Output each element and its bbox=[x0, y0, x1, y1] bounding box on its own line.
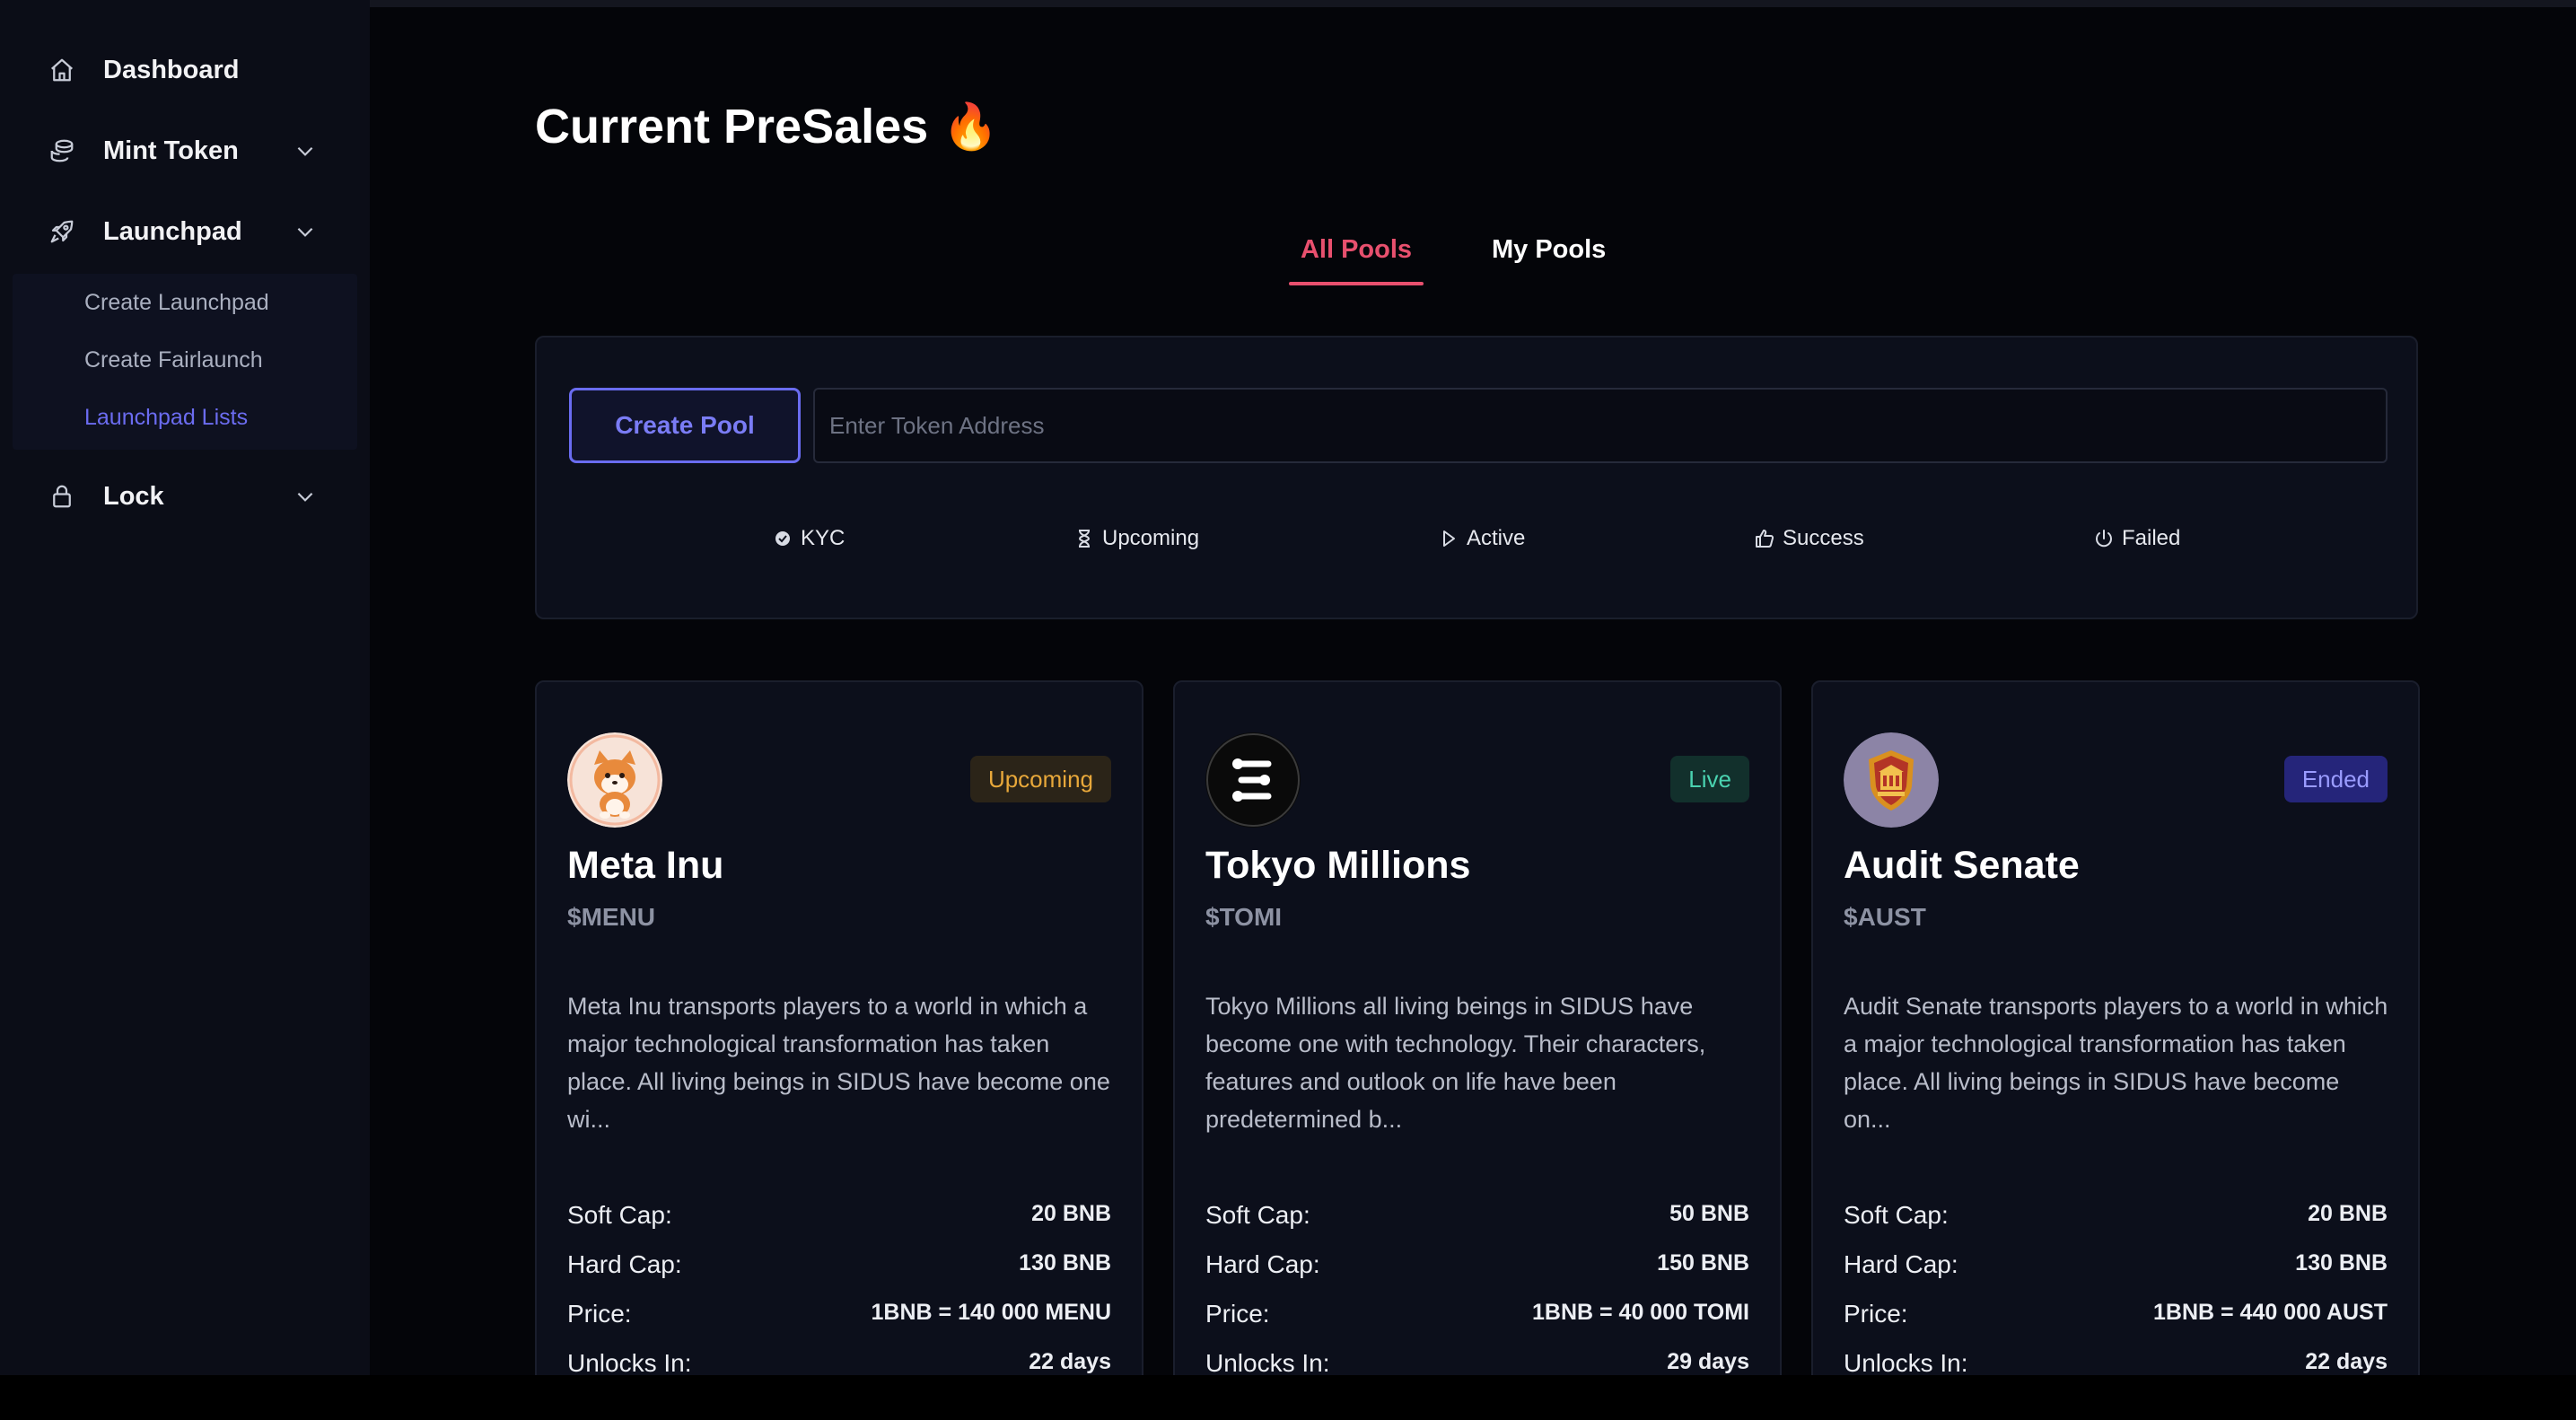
price-value: 1BNB = 140 000 MENU bbox=[871, 1300, 1111, 1325]
filter-upcoming[interactable]: Upcoming bbox=[1073, 526, 1199, 551]
filter-label: Success bbox=[1783, 526, 1864, 550]
soft-cap-label: Soft Cap: bbox=[567, 1201, 672, 1229]
senate-shield-logo-icon bbox=[1844, 732, 1939, 828]
coins-icon bbox=[47, 136, 77, 166]
hard-cap-value: 150 BNB bbox=[1657, 1250, 1749, 1275]
price-label: Price: bbox=[567, 1300, 632, 1328]
sidebar-item-label: Mint Token bbox=[103, 136, 239, 165]
pool-description: Audit Senate transports players to a wor… bbox=[1844, 993, 2388, 1133]
filter-label: Upcoming bbox=[1102, 526, 1200, 550]
page-title: Current PreSales 🔥 bbox=[535, 99, 998, 154]
sidebar-subitem-launchpad-lists[interactable]: Launchpad Lists bbox=[84, 405, 248, 431]
pool-symbol: $AUST bbox=[1844, 903, 1926, 931]
soft-cap-label: Soft Cap: bbox=[1844, 1201, 1949, 1229]
fire-icon: 🔥 bbox=[942, 101, 999, 152]
chevron-down-icon bbox=[293, 138, 318, 163]
unlocks-in-label: Unlocks In: bbox=[1205, 1349, 1330, 1375]
rocket-icon bbox=[47, 216, 77, 247]
price-value: 1BNB = 40 000 TOMI bbox=[1531, 1300, 1749, 1325]
hard-cap-label: Hard Cap: bbox=[567, 1250, 682, 1278]
pool-card[interactable]: Ended Audit Senate $AUST Audit Senate tr… bbox=[1811, 680, 2420, 1375]
sidebar-item-mint-token[interactable]: Mint Token bbox=[0, 119, 370, 182]
unlocks-in-label: Unlocks In: bbox=[567, 1349, 692, 1375]
pool-name: Audit Senate bbox=[1844, 844, 2080, 887]
hourglass-icon bbox=[1078, 530, 1091, 548]
play-icon bbox=[1443, 530, 1455, 547]
sidebar-item-label: Lock bbox=[103, 481, 164, 511]
price-label: Price: bbox=[1205, 1300, 1270, 1328]
unlocks-in-value: 22 days bbox=[2305, 1349, 2388, 1374]
hard-cap-value: 130 BNB bbox=[2295, 1250, 2388, 1275]
bottom-black-bar bbox=[0, 1375, 2576, 1420]
top-border bbox=[0, 0, 2576, 7]
sidebar-item-launchpad[interactable]: Launchpad bbox=[0, 200, 370, 263]
active-tab-indicator bbox=[1289, 282, 1424, 285]
status-badge: Ended bbox=[2283, 756, 2388, 802]
filter-label: Failed bbox=[2122, 526, 2181, 550]
shiba-logo-icon bbox=[567, 732, 662, 828]
hard-cap-label: Hard Cap: bbox=[1844, 1250, 1958, 1278]
tomi-logo-icon bbox=[1205, 732, 1301, 828]
page-title-text: Current PreSales bbox=[535, 100, 929, 153]
status-badge: Upcoming bbox=[969, 756, 1111, 802]
soft-cap-value: 50 BNB bbox=[1669, 1201, 1749, 1226]
thumbs-up-icon bbox=[1756, 530, 1774, 548]
sidebar-subitem-create-fairlaunch[interactable]: Create Fairlaunch bbox=[84, 347, 263, 373]
lock-icon bbox=[47, 481, 77, 512]
filter-label: KYC bbox=[801, 526, 846, 550]
app-viewport: Dashboard Mint Token Launchpad Create La… bbox=[0, 0, 2576, 1375]
sidebar-item-label: Launchpad bbox=[103, 216, 242, 246]
unlocks-in-value: 29 days bbox=[1667, 1349, 1749, 1374]
power-icon bbox=[2096, 530, 2112, 548]
sidebar-item-lock[interactable]: Lock bbox=[0, 465, 370, 528]
chevron-down-icon bbox=[293, 484, 318, 509]
pool-card[interactable]: Upcoming Meta Inu $MENU Meta Inu transpo… bbox=[535, 680, 1143, 1375]
filter-active[interactable]: Active bbox=[1438, 526, 1525, 551]
pool-symbol: $MENU bbox=[567, 903, 656, 931]
create-pool-button[interactable]: Create Pool bbox=[569, 388, 801, 463]
tab-all-pools[interactable]: All Pools bbox=[1289, 235, 1424, 265]
hard-cap-value: 130 BNB bbox=[1019, 1250, 1111, 1275]
status-badge: Live bbox=[1670, 756, 1749, 802]
soft-cap-label: Soft Cap: bbox=[1205, 1201, 1310, 1229]
unlocks-in-value: 22 days bbox=[1029, 1349, 1111, 1374]
unlocks-in-label: Unlocks In: bbox=[1844, 1349, 1968, 1375]
pool-name: Meta Inu bbox=[567, 844, 724, 887]
home-icon bbox=[47, 55, 77, 85]
launchpad-submenu: Create Launchpad Create Fairlaunch Launc… bbox=[13, 274, 357, 450]
tab-my-pools[interactable]: My Pools bbox=[1492, 235, 1606, 265]
filter-failed[interactable]: Failed bbox=[2093, 526, 2180, 551]
sidebar-item-dashboard[interactable]: Dashboard bbox=[0, 39, 370, 101]
pool-description: Tokyo Millions all living beings in SIDU… bbox=[1205, 993, 1706, 1133]
pool-symbol: $TOMI bbox=[1205, 903, 1283, 931]
filter-kyc[interactable]: KYC bbox=[772, 526, 845, 551]
soft-cap-value: 20 BNB bbox=[2308, 1201, 2388, 1226]
pool-card[interactable]: Live Tokyo Millions $TOMI Tokyo Millions… bbox=[1173, 680, 1782, 1375]
pool-name: Tokyo Millions bbox=[1205, 844, 1471, 887]
sidebar-subitem-create-launchpad[interactable]: Create Launchpad bbox=[84, 290, 269, 316]
token-address-input[interactable] bbox=[813, 388, 2388, 463]
sidebar-item-label: Dashboard bbox=[103, 55, 240, 84]
soft-cap-value: 20 BNB bbox=[1031, 1201, 1111, 1226]
pool-filter-panel: Create Pool KYC Upcoming Active Success … bbox=[535, 336, 2418, 619]
hard-cap-label: Hard Cap: bbox=[1205, 1250, 1320, 1278]
kyc-icon bbox=[775, 531, 790, 546]
price-value: 1BNB = 440 000 AUST bbox=[2153, 1300, 2388, 1325]
pool-description: Meta Inu transports players to a world i… bbox=[567, 993, 1110, 1133]
price-label: Price: bbox=[1844, 1300, 1908, 1328]
filter-success[interactable]: Success bbox=[1754, 526, 1864, 551]
sidebar: Dashboard Mint Token Launchpad Create La… bbox=[0, 0, 370, 1375]
filter-label: Active bbox=[1467, 526, 1526, 550]
chevron-down-icon bbox=[293, 219, 318, 244]
